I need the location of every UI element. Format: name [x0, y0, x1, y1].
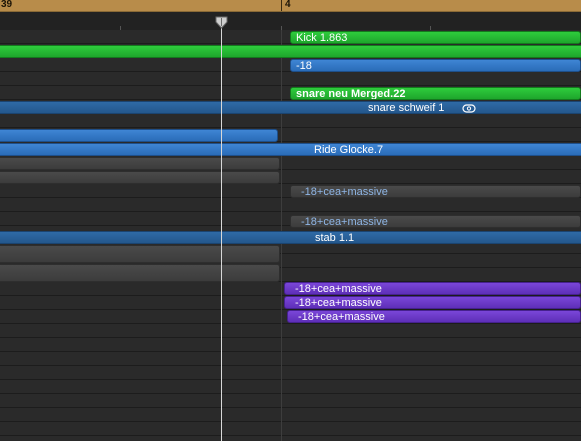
- region-snare-neu[interactable]: snare neu Merged.22: [290, 87, 581, 100]
- region-ride[interactable]: Ride Glocke.7: [0, 143, 581, 156]
- region-kick[interactable]: Kick 1.863: [290, 31, 581, 44]
- playhead-line: [221, 22, 222, 441]
- region-gray-left[interactable]: [0, 157, 280, 170]
- playhead-icon[interactable]: [215, 16, 228, 29]
- region-label: stab 1.1: [315, 232, 355, 244]
- bar-number-4: 4: [285, 0, 291, 10]
- bar-ruler[interactable]: 39 4: [0, 0, 581, 12]
- bar-divider: [281, 0, 282, 11]
- region-massive-purple-2[interactable]: -18+cea+massive: [284, 296, 581, 309]
- region-label: -18: [296, 60, 312, 72]
- loop-icon: [459, 102, 476, 113]
- region-massive-purple-1[interactable]: -18+cea+massive: [284, 282, 581, 295]
- region-label: Ride Glocke.7: [314, 144, 384, 156]
- region-label: snare schweif 1: [368, 102, 445, 114]
- region-gray-left[interactable]: [0, 264, 280, 282]
- region-green-span[interactable]: [0, 45, 581, 58]
- region-label: -18+cea+massive: [295, 283, 382, 295]
- region-blue-18[interactable]: -18: [290, 59, 581, 72]
- region-gray-left[interactable]: [0, 245, 280, 263]
- region-label: -18+cea+massive: [301, 216, 388, 228]
- region-label: snare neu Merged.22: [296, 88, 406, 100]
- region-label: -18+cea+massive: [301, 186, 388, 198]
- region-stab[interactable]: stab 1.1: [0, 231, 581, 244]
- region-massive-gray-1[interactable]: -18+cea+massive: [290, 185, 581, 198]
- region-gray-left[interactable]: [0, 171, 280, 184]
- region-label: -18+cea+massive: [298, 311, 385, 323]
- region-snare-schweif[interactable]: snare schweif 1: [0, 101, 581, 114]
- region-blue-left[interactable]: [0, 129, 278, 142]
- region-massive-purple-3[interactable]: -18+cea+massive: [287, 310, 581, 323]
- region-label: Kick 1.863: [296, 32, 348, 44]
- region-massive-gray-2[interactable]: -18+cea+massive: [290, 215, 581, 228]
- marker-lane[interactable]: [0, 12, 581, 31]
- bar-number-39: 39: [1, 0, 13, 10]
- region-label: -18+cea+massive: [295, 297, 382, 309]
